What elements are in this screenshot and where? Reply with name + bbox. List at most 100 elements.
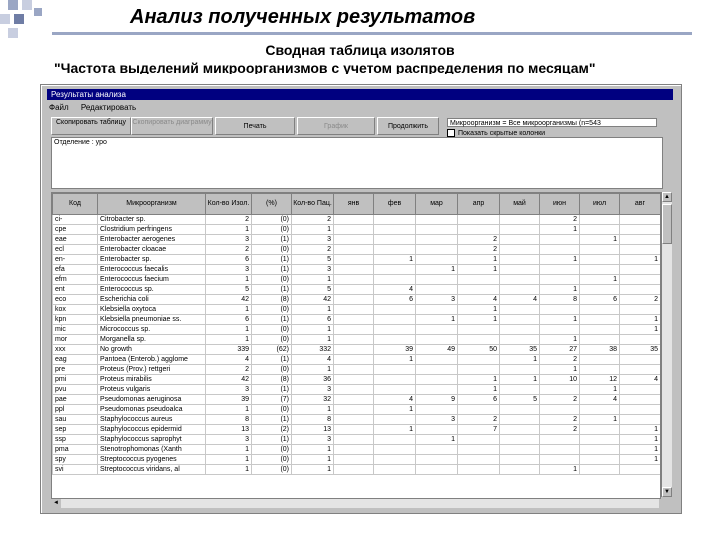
value-cell: 1: [619, 454, 660, 465]
table-row[interactable]: ppl Pseudomonas pseudoalca 1 (0) 1 1: [52, 404, 660, 415]
column-header[interactable]: Кол-во Изол.: [205, 193, 252, 215]
code-cell: kpn: [52, 314, 98, 325]
print-button[interactable]: Печать: [215, 117, 295, 135]
chart-button[interactable]: График: [297, 117, 375, 135]
scroll-up-icon[interactable]: ▲: [662, 192, 672, 202]
value-cell: [415, 214, 458, 225]
column-header[interactable]: Микроорганизм: [97, 193, 206, 215]
value-cell: 1: [205, 224, 252, 235]
value-cell: 3: [205, 384, 252, 395]
table-row[interactable]: kox Klebsiella oxytoca 1 (0) 1 1: [52, 304, 660, 315]
table-row[interactable]: mic Micrococcus sp. 1 (0) 1 1: [52, 324, 660, 335]
value-cell: [415, 274, 458, 285]
column-header[interactable]: июл: [579, 193, 620, 215]
menu-edit[interactable]: Редактировать: [81, 103, 136, 112]
value-cell: 2: [539, 214, 580, 225]
table-row[interactable]: eae Enterobacter aerogenes 3 (1) 3 2 1: [52, 234, 660, 245]
table-row[interactable]: mor Morganella sp. 1 (0) 1 1: [52, 334, 660, 345]
table-row[interactable]: eag Pantoea (Enterob.) agglome 4 (1) 4 1 1 2: [52, 354, 660, 365]
value-cell: [333, 294, 374, 305]
value-cell: [415, 384, 458, 395]
table-row[interactable]: efm Enterococcus faecium 1 (0) 1 1: [52, 274, 660, 285]
code-cell: eag: [52, 354, 98, 365]
value-cell: (0): [251, 444, 292, 455]
continue-button[interactable]: Продолжить: [377, 117, 439, 135]
column-header[interactable]: июн: [539, 193, 580, 215]
menu-file[interactable]: Файл: [49, 103, 69, 112]
value-cell: [499, 304, 540, 315]
value-cell: [333, 374, 374, 385]
value-cell: [333, 404, 374, 415]
column-header[interactable]: Код: [52, 193, 98, 215]
table-row[interactable]: svi Streptococcus viridans, al 1 (0) 1 1: [52, 464, 660, 475]
code-cell: spy: [52, 454, 98, 465]
column-header[interactable]: апр: [457, 193, 500, 215]
table-row[interactable]: pmi Proteus mirabilis 42 (8) 36 1 1 10 12 4: [52, 374, 660, 385]
column-header[interactable]: авг: [619, 193, 660, 215]
code-cell: ecl: [52, 244, 98, 255]
value-cell: (0): [251, 214, 292, 225]
results-grid: Код Микроорганизм Кол-во Изол. (%) Кол-во Па…: [51, 192, 661, 499]
table-row[interactable]: kpn Klebsiella pneumoniae ss. 6 (1) 6 1 1 1 1: [52, 314, 660, 325]
table-row[interactable]: sau Staphylococcus aureus 8 (1) 8 3 2 2 1: [52, 414, 660, 425]
table-row[interactable]: ent Enterococcus sp. 5 (1) 5 4 1: [52, 284, 660, 295]
value-cell: 1: [619, 444, 660, 455]
value-cell: 4: [205, 354, 252, 365]
table-row[interactable]: ssp Staphylococcus saprophyt 3 (1) 3 1 1: [52, 434, 660, 445]
value-cell: [373, 264, 416, 275]
value-cell: 5: [291, 254, 334, 265]
table-row[interactable]: pre Proteus (Prov.) rettgeri 2 (0) 1 1: [52, 364, 660, 375]
table-row[interactable]: pae Pseudomonas aeruginosa 39 (7) 32 4 9 6 5 2 4: [52, 394, 660, 405]
horizontal-scrollbar[interactable]: ◄: [51, 498, 659, 508]
value-cell: [373, 464, 416, 475]
copy-chart-button[interactable]: Скопировать диаграмму: [131, 117, 213, 135]
table-row[interactable]: pma Stenotrophomonas (Xanth 1 (0) 1 1: [52, 444, 660, 455]
table-row[interactable]: xxx No growth 339 (62) 332 39 49 50 35 27 38 35: [52, 344, 660, 355]
table-row[interactable]: ci- Citrobacter sp. 2 (0) 2 2: [52, 214, 660, 225]
table-row[interactable]: eco Escherichia coli 42 (8) 42 6 3 4 4 8 6 2: [52, 294, 660, 305]
value-cell: 3: [205, 234, 252, 245]
code-cell: sep: [52, 424, 98, 435]
value-cell: [333, 334, 374, 345]
column-header[interactable]: Кол-во Пац.: [291, 193, 334, 215]
value-cell: 1: [291, 324, 334, 335]
table-row[interactable]: sep Staphylococcus epidermid 13 (2) 13 1 7 2 1: [52, 424, 660, 435]
value-cell: (0): [251, 324, 292, 335]
organism-cell: Clostridium perfringens: [97, 224, 206, 235]
value-cell: [373, 384, 416, 395]
code-cell: ci-: [52, 214, 98, 225]
value-cell: 1: [457, 264, 500, 275]
scroll-down-icon[interactable]: ▼: [662, 487, 672, 497]
value-cell: 1: [619, 324, 660, 335]
value-cell: 1: [291, 364, 334, 375]
value-cell: 1: [205, 464, 252, 475]
value-cell: [499, 284, 540, 295]
vertical-scrollbar[interactable]: ▲ ▼: [661, 192, 672, 497]
value-cell: [457, 404, 500, 415]
scroll-left-icon[interactable]: ◄: [51, 499, 61, 508]
table-row[interactable]: pvu Proteus vulgaris 3 (1) 3 1 1: [52, 384, 660, 395]
table-row[interactable]: spy Streptococcus pyogenes 1 (0) 1 1: [52, 454, 660, 465]
value-cell: 3: [415, 294, 458, 305]
value-cell: [579, 224, 620, 235]
copy-table-button[interactable]: Скопировать таблицу: [51, 117, 131, 135]
value-cell: 8: [205, 414, 252, 425]
value-cell: (1): [251, 434, 292, 445]
value-cell: [499, 254, 540, 265]
value-cell: 12: [579, 374, 620, 385]
show-hidden-checkbox[interactable]: [447, 129, 455, 137]
value-cell: 1: [499, 354, 540, 365]
value-cell: 50: [457, 344, 500, 355]
table-row[interactable]: efa Enterococcus faecalis 3 (1) 3 1 1: [52, 264, 660, 275]
table-row[interactable]: en- Enterobacter sp. 6 (1) 5 1 1 1 1: [52, 254, 660, 265]
column-header[interactable]: (%): [251, 193, 292, 215]
value-cell: [333, 394, 374, 405]
value-cell: [619, 464, 660, 475]
scroll-thumb[interactable]: [662, 204, 672, 244]
column-header[interactable]: янв: [333, 193, 374, 215]
table-row[interactable]: cpe Clostridium perfringens 1 (0) 1 1: [52, 224, 660, 235]
table-row[interactable]: ecl Enterobacter cloacae 2 (0) 2 2: [52, 244, 660, 255]
column-header[interactable]: май: [499, 193, 540, 215]
column-header[interactable]: фев: [373, 193, 416, 215]
column-header[interactable]: мар: [415, 193, 458, 215]
